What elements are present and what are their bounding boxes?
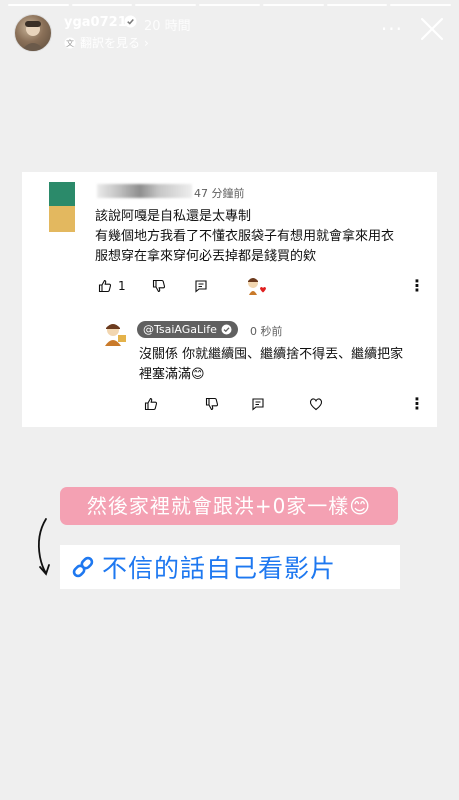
reply-icon[interactable] <box>194 279 208 293</box>
chevron-right-icon: › <box>144 35 149 50</box>
story-header: yga0721 20 時間 文 翻訳を見る › ··· <box>14 12 445 52</box>
reply-icon[interactable] <box>251 397 265 411</box>
heart-icon[interactable] <box>309 397 323 411</box>
progress-segment <box>262 4 324 6</box>
link-sticker[interactable]: 不信的話自己看影片 <box>60 545 400 589</box>
creator-heart-icon <box>247 278 266 295</box>
channel-name: @TsaiAGaLife <box>143 323 217 336</box>
comment-age: 47 分鐘前 <box>194 187 245 200</box>
verified-icon <box>221 324 232 335</box>
post-time: 20 時間 <box>144 19 191 34</box>
reply-avatar <box>105 324 126 346</box>
reply-line: 裡塞滿滿😊 <box>139 367 205 382</box>
comment-line: 有幾個地方我看了不懂衣服袋子有想用就會拿來用衣 <box>95 229 395 244</box>
translate-label: 翻訳を見る <box>80 36 141 50</box>
blurred-username <box>97 184 192 198</box>
progress-segment <box>135 4 197 6</box>
reply-line: 沒關係 你就繼續囤、繼續捨不得丟、繼續把家 <box>139 347 404 362</box>
more-vert-icon[interactable]: ⋮ <box>409 276 425 295</box>
progress-segment <box>390 4 452 6</box>
comment-screenshot: 47 分鐘前 該說阿嘎是自私還是太專制 有幾個地方我看了不懂衣服袋子有想用就會拿… <box>22 172 437 427</box>
reply-age: 0 秒前 <box>250 325 283 338</box>
progress-segment <box>8 4 69 6</box>
comment-actions: 1 <box>98 276 266 296</box>
more-options-button[interactable]: ··· <box>381 17 403 41</box>
thumbs-up-icon[interactable] <box>144 397 158 411</box>
story-progress <box>8 4 452 6</box>
translate-link[interactable]: 文 翻訳を見る › <box>64 34 149 51</box>
thumbs-down-icon[interactable] <box>205 397 219 411</box>
username[interactable]: yga0721 <box>64 15 127 30</box>
reply-text: 沒關係 你就繼續囤、繼續捨不得丟、繼續把家 裡塞滿滿😊 <box>139 345 424 385</box>
close-icon[interactable] <box>419 16 445 42</box>
arrow-doodle-icon <box>37 518 50 576</box>
progress-segment <box>199 4 260 6</box>
reply-actions <box>144 394 323 414</box>
thumbs-down-icon[interactable] <box>152 279 166 293</box>
commenter-avatar <box>49 182 75 232</box>
profile-avatar[interactable] <box>14 14 52 52</box>
comment-line: 服想穿在拿來穿何必丟掉都是錢買的欸 <box>95 249 317 264</box>
translate-icon: 文 <box>64 37 76 48</box>
progress-segment <box>71 4 133 6</box>
link-text: 不信的話自己看影片 <box>102 554 337 583</box>
caption-sticker: 然後家裡就會跟洪+0家一樣😊 <box>60 487 398 525</box>
comment-line: 該說阿嘎是自私還是太專制 <box>95 209 252 224</box>
link-icon <box>72 556 94 578</box>
channel-name-chip[interactable]: @TsaiAGaLife <box>137 321 238 338</box>
thumbs-up-icon[interactable] <box>98 279 112 293</box>
verified-icon <box>124 15 137 28</box>
more-vert-icon[interactable]: ⋮ <box>409 394 425 413</box>
svg-text:文: 文 <box>66 38 74 48</box>
progress-segment <box>326 4 388 6</box>
comment-text: 該說阿嘎是自私還是太專制 有幾個地方我看了不懂衣服袋子有想用就會拿來用衣 服想穿… <box>95 207 425 267</box>
like-count: 1 <box>118 279 126 293</box>
